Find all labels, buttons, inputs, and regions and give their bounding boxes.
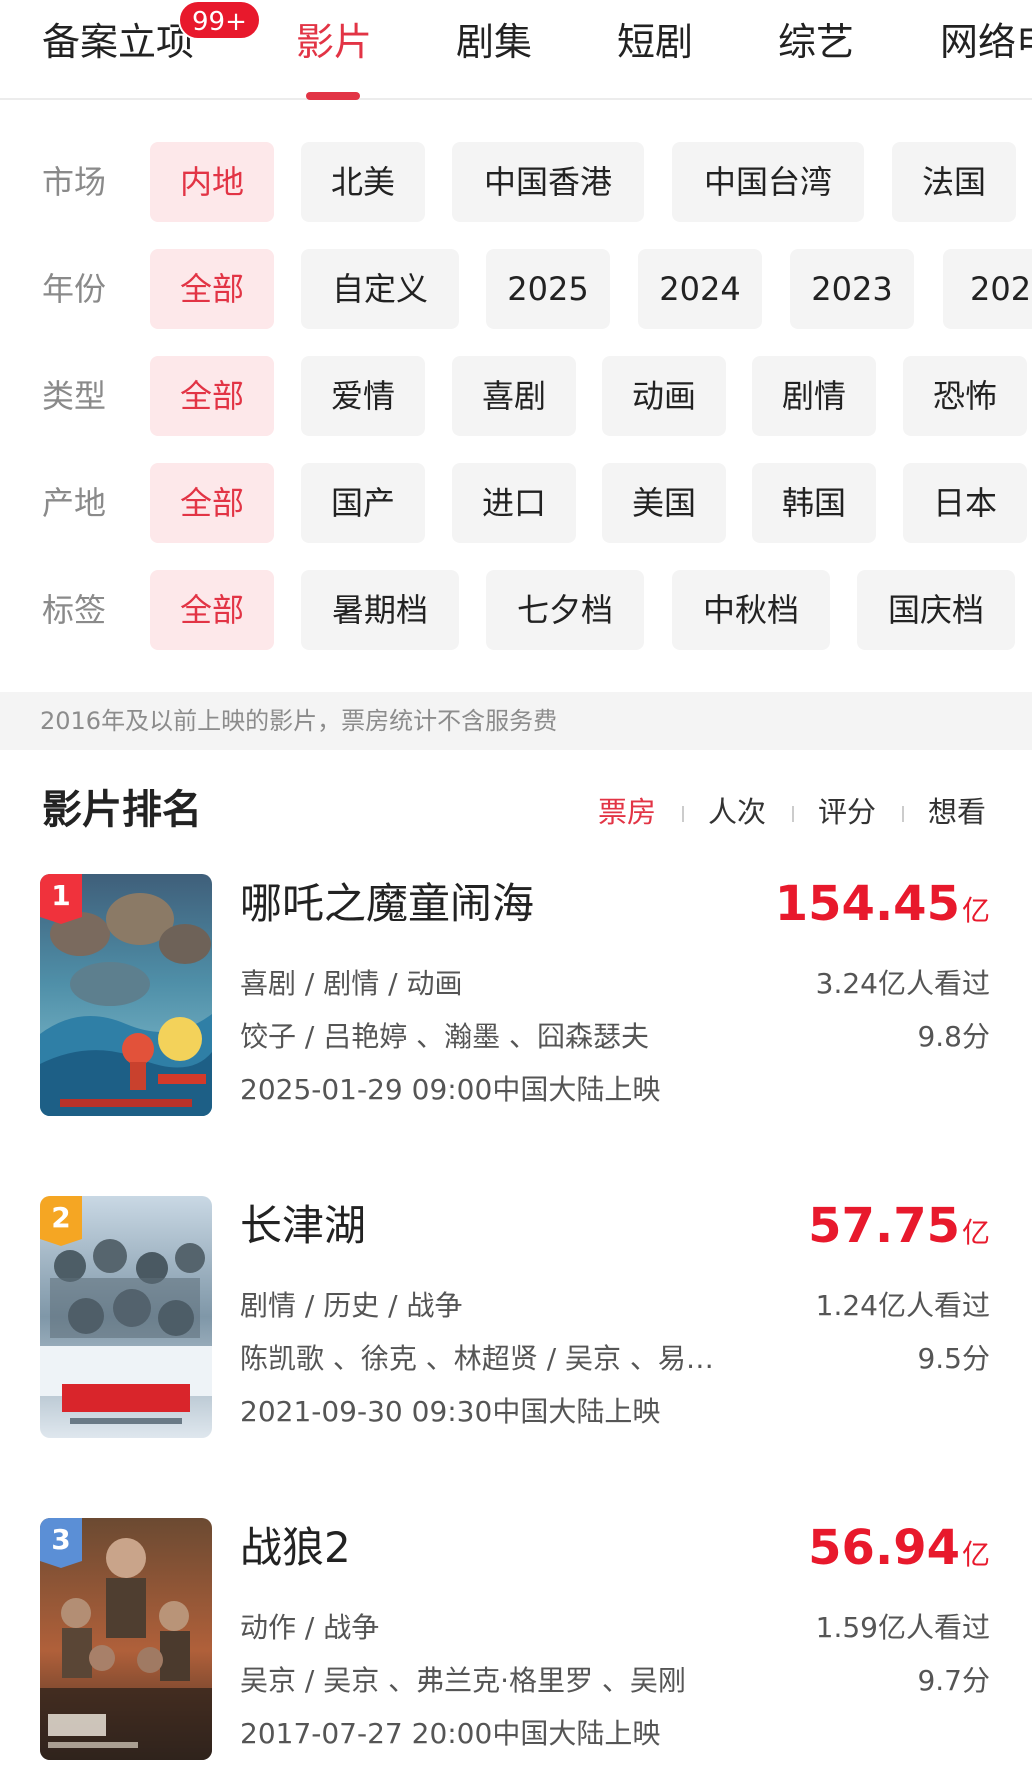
rank-flag-2: 2: [40, 1196, 82, 1246]
box-office-value-2: 57.75: [808, 1198, 960, 1254]
movie-box-office-1: 154.45亿: [775, 874, 990, 941]
movie-cast-2: 陈凯歌 、徐克 、林超贤 / 吴京 、易…: [240, 1342, 714, 1375]
movie-cast-1: 饺子 / 吕艳婷 、瀚墨 、囧森瑟夫: [240, 1020, 650, 1053]
filter-chip-market-north-america[interactable]: 北美: [301, 142, 425, 222]
movie-genres-2: 剧情 / 历史 / 战争: [240, 1289, 463, 1322]
filter-chip-year-all[interactable]: 全部: [150, 249, 274, 329]
movie-card-1[interactable]: 1 哪吒之魔童闹海 154.45亿 喜剧 / 剧情 / 动画 3.24亿人看过 …: [0, 874, 1032, 1118]
movie-score-3: 9.7分: [917, 1664, 990, 1697]
filter-chip-tag-national-day[interactable]: 国庆档: [857, 570, 1015, 650]
filter-label-year: 年份: [42, 270, 107, 308]
filter-chip-origin-korea[interactable]: 韩国: [752, 463, 876, 543]
tab-series[interactable]: 剧集: [456, 16, 532, 68]
tab-variety[interactable]: 综艺: [778, 16, 854, 68]
top-tab-bar: 备案立项 99+ 影片 剧集 短剧 综艺 网络电: [0, 0, 1032, 100]
sort-score[interactable]: 评分: [818, 790, 876, 834]
tab-short-drama[interactable]: 短剧: [617, 16, 693, 68]
filter-chip-tag-qixi[interactable]: 七夕档: [486, 570, 644, 650]
filter-chip-origin-all[interactable]: 全部: [150, 463, 274, 543]
movie-box-office-2: 57.75亿: [808, 1196, 990, 1263]
sort-box-office[interactable]: 票房: [598, 790, 656, 834]
filter-chip-year-custom[interactable]: 自定义: [301, 249, 459, 329]
sort-divider: [902, 806, 904, 822]
tab-registration[interactable]: 备案立项: [42, 16, 194, 68]
movie-score-1: 9.8分: [917, 1020, 990, 1053]
movie-genres-1: 喜剧 / 剧情 / 动画: [240, 967, 463, 1000]
filter-chip-origin-imported[interactable]: 进口: [452, 463, 576, 543]
filter-chip-market-hongkong[interactable]: 中国香港: [452, 142, 644, 222]
filter-row-market: 市场 内地 北美 中国香港 中国台湾 法国: [0, 142, 1032, 222]
filter-row-year: 年份 全部 自定义 2025 2024 2023 2022: [0, 249, 1032, 329]
movie-release-2: 2021-09-30 09:30中国大陆上映: [240, 1395, 661, 1428]
filter-chip-tag-summer[interactable]: 暑期档: [301, 570, 459, 650]
filter-chip-market-taiwan[interactable]: 中国台湾: [672, 142, 864, 222]
filter-chip-genre-romance[interactable]: 爱情: [301, 356, 425, 436]
sort-divider: [792, 806, 794, 822]
sort-divider: [682, 806, 684, 822]
sort-viewers[interactable]: 人次: [708, 790, 766, 834]
filter-chip-market-france[interactable]: 法国: [892, 142, 1016, 222]
filter-label-origin: 产地: [42, 484, 107, 522]
filter-row-origin: 产地 全部 国产 进口 美国 韩国 日本: [0, 463, 1032, 543]
movie-score-2: 9.5分: [917, 1342, 990, 1375]
box-office-value-3: 56.94: [808, 1520, 960, 1576]
filter-label-genre: 类型: [42, 377, 107, 415]
movie-release-1: 2025-01-29 09:00中国大陆上映: [240, 1073, 661, 1106]
filter-chip-genre-animation[interactable]: 动画: [602, 356, 726, 436]
box-office-notice: 2016年及以前上映的影片，票房统计不含服务费: [0, 692, 1032, 750]
notification-badge: 99+: [178, 0, 261, 40]
filter-row-tag: 标签 全部 暑期档 七夕档 中秋档 国庆档: [0, 570, 1032, 650]
active-tab-indicator: [306, 92, 360, 100]
movie-viewers-1: 3.24亿人看过: [815, 967, 990, 1000]
filter-chip-year-2022[interactable]: 2022: [943, 249, 1032, 329]
movie-title-3[interactable]: 战狼2: [240, 1520, 351, 1576]
box-office-value-1: 154.45: [774, 876, 960, 932]
filter-chip-genre-comedy[interactable]: 喜剧: [452, 356, 576, 436]
box-office-unit-3: 亿: [961, 1538, 990, 1571]
filter-chip-year-2025[interactable]: 2025: [486, 249, 610, 329]
filter-chip-genre-all[interactable]: 全部: [150, 356, 274, 436]
ranking-title: 影片排名: [42, 787, 202, 833]
filter-label-market: 市场: [42, 163, 107, 201]
movie-title-2[interactable]: 长津湖: [240, 1198, 366, 1254]
filter-chip-genre-drama[interactable]: 剧情: [752, 356, 876, 436]
sort-want-to-watch[interactable]: 想看: [928, 790, 986, 834]
movie-viewers-2: 1.24亿人看过: [815, 1289, 990, 1322]
tab-web-movie[interactable]: 网络电: [940, 16, 1032, 68]
rank-flag-1: 1: [40, 874, 82, 924]
box-office-unit-2: 亿: [961, 1216, 990, 1249]
filter-chip-year-2023[interactable]: 2023: [790, 249, 914, 329]
movie-box-office-3: 56.94亿: [808, 1518, 990, 1585]
movie-card-2[interactable]: 2 长津湖 57.75亿 剧情 / 历史 / 战争 1.24亿人看过 陈凯歌 、…: [0, 1196, 1032, 1440]
movie-cast-3: 吴京 / 吴京 、弗兰克·格里罗 、吴刚: [240, 1664, 686, 1697]
filter-label-tag: 标签: [42, 591, 107, 629]
movie-viewers-3: 1.59亿人看过: [815, 1611, 990, 1644]
movie-release-3: 2017-07-27 20:00中国大陆上映: [240, 1717, 661, 1750]
filter-chip-tag-mid-autumn[interactable]: 中秋档: [672, 570, 830, 650]
filter-chip-origin-japan[interactable]: 日本: [903, 463, 1027, 543]
filter-chip-origin-usa[interactable]: 美国: [602, 463, 726, 543]
tab-films[interactable]: 影片: [296, 16, 372, 68]
filter-chip-tag-all[interactable]: 全部: [150, 570, 274, 650]
rank-flag-3: 3: [40, 1518, 82, 1568]
filter-row-genre: 类型 全部 爱情 喜剧 动画 剧情 恐怖: [0, 356, 1032, 436]
box-office-unit-1: 亿: [961, 894, 990, 927]
movie-card-3[interactable]: 3 战狼2 56.94亿 动作 / 战争 1.59亿人看过 吴京 / 吴京 、弗…: [0, 1518, 1032, 1762]
filter-chip-market-mainland[interactable]: 内地: [150, 142, 274, 222]
movie-title-1[interactable]: 哪吒之魔童闹海: [240, 876, 534, 932]
notice-text: 2016年及以前上映的影片，票房统计不含服务费: [40, 707, 558, 735]
movie-genres-3: 动作 / 战争: [240, 1611, 380, 1644]
filter-chip-origin-domestic[interactable]: 国产: [301, 463, 425, 543]
filter-chip-year-2024[interactable]: 2024: [638, 249, 762, 329]
filter-chip-genre-horror[interactable]: 恐怖: [903, 356, 1027, 436]
